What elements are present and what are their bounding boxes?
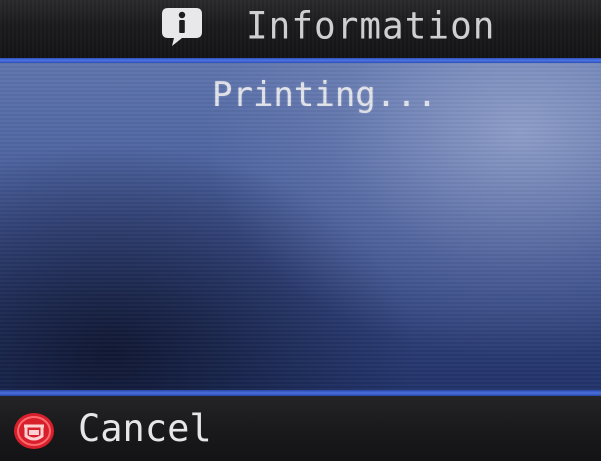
info-icon — [162, 8, 202, 46]
title-bar: Information — [0, 0, 601, 58]
status-message: Printing... — [212, 75, 438, 115]
bottom-bar: Cancel — [0, 396, 601, 461]
cancel-label: Cancel — [78, 407, 212, 450]
stop-icon — [14, 413, 54, 449]
page-title: Information — [246, 4, 496, 49]
printer-lcd-screen: Information Printing... Cancel — [0, 0, 601, 461]
cancel-button[interactable]: Cancel — [8, 404, 212, 454]
message-panel: Printing... — [0, 63, 601, 390]
